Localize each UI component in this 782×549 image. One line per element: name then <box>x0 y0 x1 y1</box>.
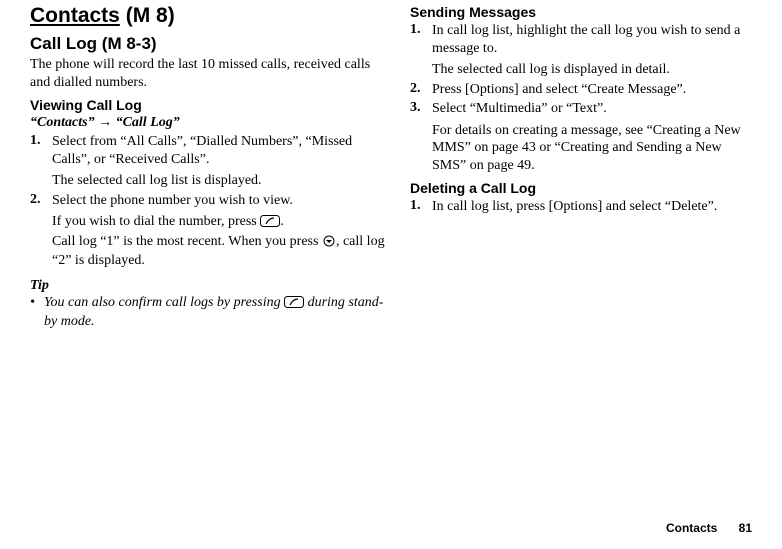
step-item: 2. Press [Options] and select “Create Me… <box>410 81 752 99</box>
tip-text: You can also confirm call logs by pressi… <box>44 294 386 331</box>
dial-key-icon <box>284 296 304 314</box>
section-title-code: (M 8-3) <box>102 34 157 53</box>
footer-page-number: 81 <box>739 521 752 535</box>
footer-label: Contacts <box>666 521 717 535</box>
nav-arrow: → <box>98 115 112 130</box>
page-footer: Contacts 81 <box>666 521 752 535</box>
step-sub: The selected call log is displayed in de… <box>432 61 752 79</box>
step-number: 2. <box>30 192 52 270</box>
step-number: 1. <box>410 198 432 216</box>
page-title-code: (M 8) <box>126 4 175 27</box>
step-item: 1. In call log list, highlight the call … <box>410 22 752 79</box>
step-number: 3. <box>410 100 432 174</box>
steps-deleting: 1. In call log list, press [Options] and… <box>410 198 752 216</box>
nav-calllog: “Call Log” <box>116 115 180 130</box>
step-item: 3. Select “Multimedia” or “Text”. For de… <box>410 100 752 174</box>
steps-viewing: 1. Select from “All Calls”, “Dialled Num… <box>30 133 386 270</box>
step-text: In call log list, press [Options] and se… <box>432 199 717 214</box>
page-body: Contacts (M 8) Call Log (M 8-3) The phon… <box>0 0 782 331</box>
section-intro: The phone will record the last 10 missed… <box>30 56 386 91</box>
dial-key-icon <box>260 215 280 233</box>
section-title-text: Call Log <box>30 34 97 53</box>
step-number: 2. <box>410 81 432 99</box>
step-sub2-a: Call log “1” is the most recent. When yo… <box>52 234 322 249</box>
nav-contacts: “Contacts” <box>30 115 95 130</box>
section-title: Call Log (M 8-3) <box>30 34 386 54</box>
step-body: Select from “All Calls”, “Dialled Number… <box>52 133 386 190</box>
step-number: 1. <box>410 22 432 79</box>
nav-path: “Contacts” → “Call Log” <box>30 115 386 131</box>
step-sub: If you wish to dial the number, press . … <box>52 213 386 270</box>
step-text: Select from “All Calls”, “Dialled Number… <box>52 134 352 167</box>
step-text: Select the phone number you wish to view… <box>52 193 293 208</box>
step-text: Select “Multimedia” or “Text”. <box>432 101 607 116</box>
step-body: Select the phone number you wish to view… <box>52 192 386 270</box>
right-column: Sending Messages 1. In call log list, hi… <box>410 4 752 331</box>
step-sub: The selected call log list is displayed. <box>52 172 386 190</box>
step-text: In call log list, highlight the call log… <box>432 23 740 56</box>
page-title: Contacts (M 8) <box>30 4 386 28</box>
subsection-sending: Sending Messages <box>410 4 752 20</box>
down-key-icon <box>322 235 336 253</box>
left-column: Contacts (M 8) Call Log (M 8-3) The phon… <box>30 4 386 331</box>
step-body: Select “Multimedia” or “Text”. For detai… <box>432 100 752 174</box>
tip-text-a: You can also confirm call logs by pressi… <box>44 295 284 310</box>
subsection-deleting: Deleting a Call Log <box>410 180 752 196</box>
steps-sending: 1. In call log list, highlight the call … <box>410 22 752 174</box>
step-sub-a: If you wish to dial the number, press <box>52 214 260 229</box>
step-body: Press [Options] and select “Create Messa… <box>432 81 752 99</box>
step-text: Press [Options] and select “Create Messa… <box>432 82 686 97</box>
step-sub-b: . <box>280 214 284 229</box>
step-item: 1. Select from “All Calls”, “Dialled Num… <box>30 133 386 190</box>
step-item: 2. Select the phone number you wish to v… <box>30 192 386 270</box>
tip-body: • You can also confirm call logs by pres… <box>30 294 386 331</box>
step-number: 1. <box>30 133 52 190</box>
step-body: In call log list, press [Options] and se… <box>432 198 752 216</box>
subsection-viewing: Viewing Call Log <box>30 97 386 113</box>
tip-heading: Tip <box>30 278 386 294</box>
tip-bullet: • <box>30 294 44 331</box>
step-body: In call log list, highlight the call log… <box>432 22 752 79</box>
step-item: 1. In call log list, press [Options] and… <box>410 198 752 216</box>
page-title-text: Contacts <box>30 4 120 27</box>
step-sub: For details on creating a message, see “… <box>432 122 752 175</box>
